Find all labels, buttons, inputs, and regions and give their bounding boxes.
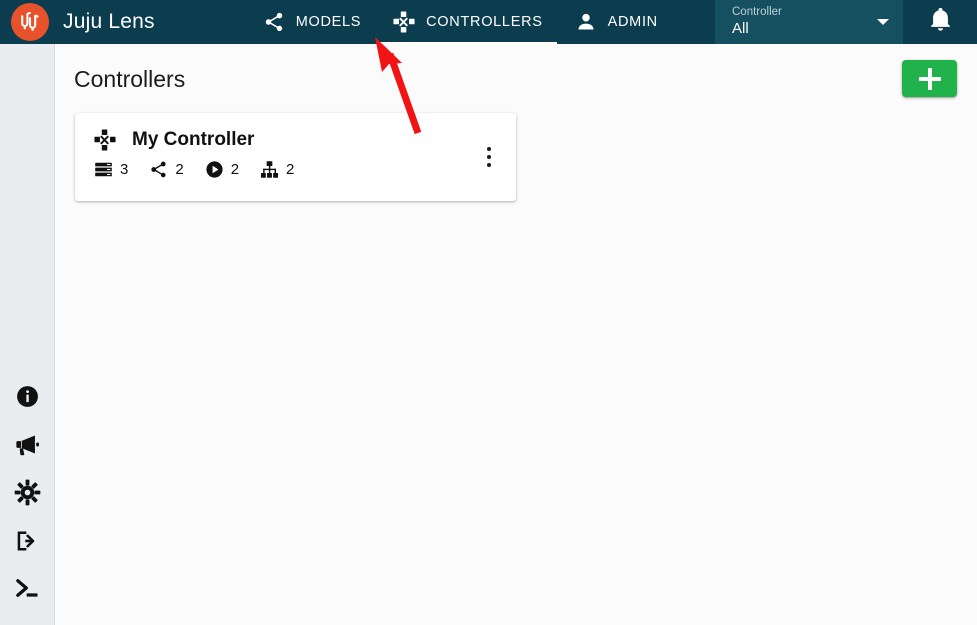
kebab-dot <box>487 147 491 151</box>
nav-item-models[interactable]: MODELS <box>247 0 377 44</box>
brand-title: Juju Lens <box>63 10 155 33</box>
controller-card[interactable]: My Controller 3 2 2 2 <box>75 113 516 201</box>
nav-item-admin-label: ADMIN <box>607 14 658 30</box>
nav-item-controllers-label: CONTROLLERS <box>426 14 543 30</box>
kebab-dot <box>487 155 491 159</box>
bell-icon <box>927 6 954 38</box>
nav-item-models-label: MODELS <box>295 14 362 30</box>
main-content: Controllers My Controller 3 2 2 2 <box>56 44 977 625</box>
stat-shares-value: 2 <box>175 161 184 178</box>
controller-card-header: My Controller <box>75 113 516 151</box>
nav-item-admin[interactable]: ADMIN <box>559 0 674 44</box>
stat-machines-value: 2 <box>230 161 240 178</box>
kebab-menu-icon[interactable] <box>473 139 505 175</box>
brand: Juju Lens <box>0 3 155 41</box>
controller-card-stats: 3 2 2 2 <box>75 151 516 179</box>
share-icon <box>263 11 285 33</box>
kebab-dot <box>487 163 491 167</box>
controller-select-label: Controller <box>732 6 782 19</box>
logout-icon <box>14 528 40 559</box>
notifications-button[interactable] <box>903 0 977 44</box>
chevron-down-icon <box>877 19 889 25</box>
page-title: Controllers <box>74 66 186 92</box>
controller-icon <box>393 11 415 33</box>
stat-machines: 2 <box>205 160 239 179</box>
stat-units-value: 2 <box>286 161 295 178</box>
add-controller-button[interactable] <box>902 60 957 97</box>
play-circle-icon <box>205 160 224 179</box>
app-root: Juju Lens MODELS CONTROLLERS ADMIN Contr… <box>0 0 977 625</box>
stat-models: 3 <box>94 160 128 179</box>
info-icon <box>15 384 40 414</box>
stat-units: 2 <box>260 160 294 179</box>
sidebar-item-logout[interactable] <box>0 519 55 567</box>
plus-icon <box>918 67 941 90</box>
sidebar-item-announcements[interactable] <box>0 423 55 471</box>
gear-icon <box>14 479 41 511</box>
megaphone-icon <box>14 431 41 463</box>
controller-select-value: All <box>732 20 749 38</box>
share-icon <box>149 160 168 179</box>
stat-shares: 2 <box>149 160 184 179</box>
nav-item-controllers[interactable]: CONTROLLERS <box>377 0 558 44</box>
units-icon <box>260 160 279 179</box>
left-sidebar <box>0 44 55 625</box>
controller-select-text: Controller All <box>715 6 782 37</box>
app-header: Juju Lens MODELS CONTROLLERS ADMIN Contr… <box>0 0 977 44</box>
main-nav: MODELS CONTROLLERS ADMIN <box>247 0 674 44</box>
controller-card-title: My Controller <box>132 129 255 150</box>
stat-models-value: 3 <box>120 161 129 178</box>
sidebar-item-info[interactable] <box>0 375 55 423</box>
sidebar-item-settings[interactable] <box>0 471 55 519</box>
models-stack-icon <box>94 160 113 179</box>
controller-select[interactable]: Controller All <box>715 0 903 44</box>
controller-icon <box>94 129 116 151</box>
terminal-icon <box>13 574 42 608</box>
sidebar-item-terminal[interactable] <box>0 567 55 615</box>
juju-logo-icon <box>11 3 49 41</box>
person-icon <box>575 11 597 33</box>
